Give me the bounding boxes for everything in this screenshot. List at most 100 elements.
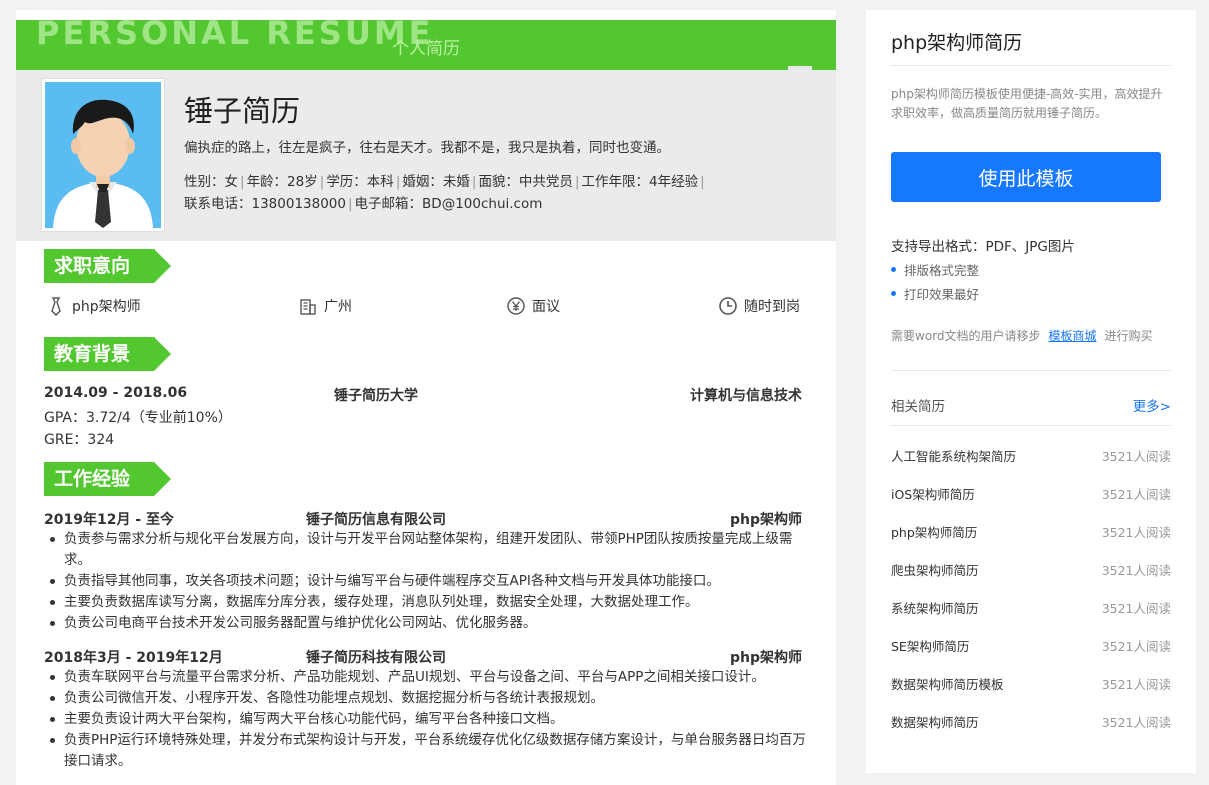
section-title: 工作经验 (44, 462, 171, 496)
template-store-link[interactable]: 模板商城 (1049, 329, 1097, 343)
section-title: 求职意向 (44, 249, 171, 283)
template-title: php架构师简历 (891, 32, 1023, 54)
info-political: 面貌：中共党员 (478, 174, 573, 190)
duty-item: 负责公司微信开发、小程序开发、各隐性功能埋点规划、数据挖掘分析与各统计表报规划。 (44, 688, 814, 709)
feature-label: 排版格式完整 (904, 263, 980, 278)
work-company: 锤子简历科技有限公司 (306, 650, 446, 666)
export-formats: 支持导出格式：PDF、JPG图片 (891, 239, 1075, 255)
related-item-title[interactable]: SE架构师简历 (891, 636, 969, 655)
banner-title: PERSONAL RESUME (36, 14, 434, 52)
tie-icon (51, 297, 61, 316)
resume-motto: 偏执症的路上，往左是疯子，往右是天才。我都不是，我只是执着，同时也变通。 (184, 140, 670, 156)
info-gender: 性别：女 (184, 174, 238, 190)
divider (891, 65, 1171, 66)
bullet-dot-icon (891, 291, 896, 296)
intent-availability: 随时到岗 (718, 296, 800, 316)
intent-position-label: php架构师 (72, 299, 141, 315)
section-header-intent: 求职意向 (44, 248, 171, 284)
related-item[interactable]: 系统架构师简历 3521人阅读 (891, 588, 1171, 626)
related-item[interactable]: SE架构师简历 3521人阅读 (891, 626, 1171, 664)
avatar-illustration (45, 82, 161, 228)
work-company: 锤子简历信息有限公司 (306, 512, 446, 528)
bullet-dot-icon (891, 267, 896, 272)
feature-item: 打印效果最好 (891, 284, 979, 303)
intent-position: php架构师 (46, 296, 141, 316)
template-sidebar: php架构师简历 php架构师简历模板使用便捷-高效-实用，高效提升求职效率，做… (866, 10, 1196, 773)
more-link[interactable]: 更多> (1133, 395, 1171, 415)
job-intent-row: php架构师 广州 面议 随时到岗 (44, 296, 804, 320)
duty-item: 主要负责数据库读写分离，数据库分库分表，缓存处理，消息队列处理，数据安全处理，大… (44, 592, 814, 613)
duty-item: 负责指导其他同事，攻关各项技术问题；设计与编写平台与硬件端程序交互API各种文档… (44, 571, 814, 592)
related-item[interactable]: iOS架构师简历 3521人阅读 (891, 474, 1171, 512)
info-age: 年龄：28岁 (246, 174, 318, 190)
related-item-reads: 3521人阅读 (1101, 448, 1171, 464)
education-gre: GRE：324 (44, 432, 115, 448)
related-item[interactable]: 人工智能系统构架简历 3521人阅读 (891, 436, 1171, 474)
section-title: 教育背景 (44, 337, 171, 371)
work-duties: 负责车联网平台与流量平台需求分析、产品功能规划、产品UI规划、平台与设备之间、平… (44, 667, 814, 772)
basic-info-line-2: 联系电话：13800138000 | 电子邮箱：BD@100chui.com (184, 196, 543, 212)
yen-icon (507, 297, 525, 315)
section-header-work: 工作经验 (44, 461, 171, 497)
feature-label: 打印效果最好 (904, 287, 980, 302)
template-description: php架构师简历模板使用便捷-高效-实用，高效提升求职效率，做高质量简历就用锤子… (891, 87, 1163, 120)
related-item-reads: 3521人阅读 (1101, 486, 1171, 502)
feature-item: 排版格式完整 (891, 260, 979, 279)
duty-item: 负责车联网平台与流量平台需求分析、产品功能规划、产品UI规划、平台与设备之间、平… (44, 667, 814, 688)
education-school: 锤子简历大学 (334, 388, 418, 404)
intent-availability-label: 随时到岗 (744, 299, 800, 315)
related-item-reads: 3521人阅读 (1101, 524, 1171, 540)
related-list: 人工智能系统构架简历 3521人阅读 iOS架构师简历 3521人阅读 php架构师… (891, 436, 1171, 740)
work-duties: 负责参与需求分析与规化平台发展方向，设计与开发平台网站整体架构，组建开发团队、带… (44, 529, 814, 634)
related-item-reads: 3521人阅读 (1101, 638, 1171, 654)
related-item[interactable]: 数据架构师简历模板 3521人阅读 (891, 664, 1171, 702)
profile-header: 锤子简历 偏执症的路上，往左是疯子，往右是天才。我都不是，我只是执着，同时也变通… (16, 70, 836, 241)
word-note-suffix: 进行购买 (1104, 329, 1153, 343)
related-item[interactable]: 数据架构师简历 3521人阅读 (891, 702, 1171, 740)
related-item-title[interactable]: 数据架构师简历 (891, 712, 979, 731)
related-item-reads: 3521人阅读 (1101, 676, 1171, 692)
info-marital: 婚姻：未婚 (402, 174, 470, 190)
duty-item: 负责PHP运行环境特殊处理，并发分布式架构设计与开发，平台系统缓存优化亿级数据存… (44, 730, 814, 772)
word-doc-note: 需要word文档的用户请移步 模板商城 进行购买 (891, 327, 1153, 344)
related-item-title[interactable]: 爬虫架构师简历 (891, 560, 979, 579)
work-role: php架构师 (729, 512, 802, 528)
info-email: 电子邮箱：BD@100chui.com (354, 196, 543, 212)
use-template-button[interactable]: 使用此模板 (891, 152, 1161, 202)
related-item[interactable]: 爬虫架构师简历 3521人阅读 (891, 550, 1171, 588)
intent-salary: 面议 (506, 296, 560, 316)
avatar (42, 79, 164, 231)
duty-item: 负责公司电商平台技术开发公司服务器配置与维护优化公司网站、优化服务器。 (44, 613, 814, 634)
related-item-title[interactable]: 人工智能系统构架简历 (891, 446, 1016, 465)
related-item-reads: 3521人阅读 (1101, 600, 1171, 616)
education-period: 2014.09 - 2018.06 (44, 385, 188, 401)
info-phone: 联系电话：13800138000 (184, 196, 346, 212)
resume-preview: PERSONAL RESUME 个人简历 锤子简历 偏执症的路上，往左是疯子，往… (16, 10, 836, 785)
related-item-title[interactable]: 系统架构师简历 (891, 598, 979, 617)
education-major: 计算机与信息技术 (690, 388, 802, 404)
divider (891, 370, 1171, 371)
clock-icon (719, 297, 737, 315)
resume-banner: PERSONAL RESUME 个人简历 (16, 14, 836, 70)
resume-name: 锤子简历 (184, 94, 301, 128)
intent-city: 广州 (298, 296, 352, 316)
work-period: 2019年12月 - 至今 (44, 512, 175, 528)
work-role: php架构师 (729, 650, 802, 666)
related-item-title[interactable]: php架构师简历 (891, 522, 977, 541)
intent-salary-label: 面议 (532, 299, 560, 315)
banner-subtitle: 个人简历 (392, 39, 460, 59)
info-years: 工作年限：4年经验 (581, 174, 699, 190)
basic-info-line-1: 性别：女 | 年龄：28岁 | 学历：本科 | 婚姻：未婚 | 面貌：中共党员 | 工作年限：4年经… (184, 174, 705, 190)
section-header-education: 教育背景 (44, 336, 171, 372)
duty-item: 负责参与需求分析与规化平台发展方向，设计与开发平台网站整体架构，组建开发团队、带… (44, 529, 814, 571)
info-education: 学历：本科 (326, 174, 394, 190)
related-item-title[interactable]: iOS架构师简历 (891, 484, 975, 503)
intent-city-label: 广州 (324, 299, 352, 315)
duty-item: 主要负责设计两大平台架构，编写两大平台核心功能代码，编写平台各种接口文档。 (44, 709, 814, 730)
related-item[interactable]: php架构师简历 3521人阅读 (891, 512, 1171, 550)
work-period: 2018年3月 - 2019年12月 (44, 650, 223, 666)
related-item-reads: 3521人阅读 (1101, 714, 1171, 730)
education-gpa: GPA：3.72/4（专业前10%） (44, 410, 232, 426)
related-item-reads: 3521人阅读 (1101, 562, 1171, 578)
related-item-title[interactable]: 数据架构师简历模板 (891, 674, 1004, 693)
